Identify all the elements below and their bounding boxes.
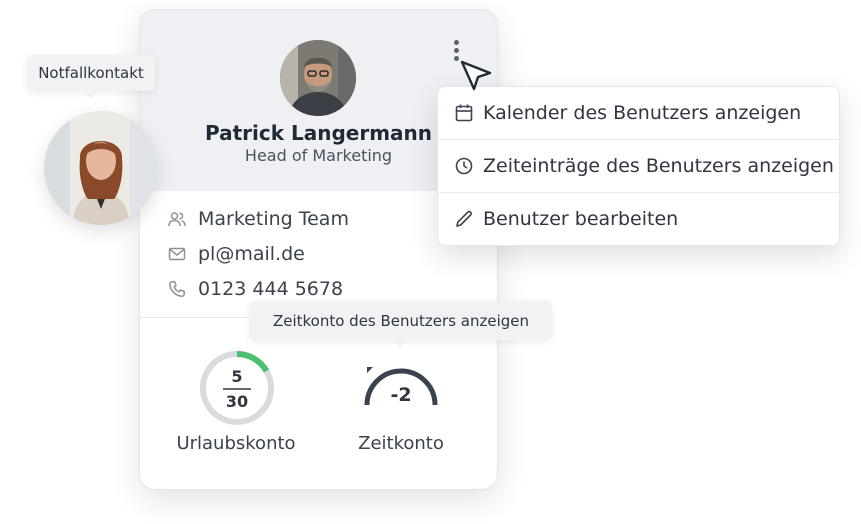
menu-item-edit-user[interactable]: Benutzer bearbeiten [438, 193, 839, 245]
zeitkonto-gauge[interactable]: -2 [361, 363, 441, 413]
avatar [280, 40, 356, 116]
email-row: pl@mail.de [166, 241, 305, 267]
emergency-contact-label: Notfallkontakt [38, 64, 144, 82]
team-name: Marketing Team [198, 208, 349, 230]
user-profile-card: Patrick Langermann Head of Marketing Mar… [139, 9, 498, 490]
mouse-cursor-icon [458, 58, 494, 94]
calendar-icon [453, 102, 475, 124]
pencil-icon [453, 208, 475, 230]
menu-item-label: Zeiteinträge des Benutzers anzeigen [483, 155, 834, 177]
menu-item-time-entries[interactable]: Zeiteinträge des Benutzers anzeigen [438, 140, 839, 192]
emergency-contact-tooltip: Notfallkontakt [27, 55, 155, 99]
urlaubskonto-total: 30 [225, 392, 249, 411]
phone-number[interactable]: 0123 444 5678 [198, 278, 343, 300]
zeitkonto-tooltip: Zeitkonto des Benutzers anzeigen [250, 301, 552, 348]
menu-item-label: Kalender des Benutzers anzeigen [483, 102, 802, 124]
email-address[interactable]: pl@mail.de [198, 243, 305, 265]
user-actions-menu: Kalender des Benutzers anzeigen Zeiteint… [437, 86, 840, 246]
users-icon [166, 208, 188, 230]
zeitkonto-label: Zeitkonto [358, 433, 444, 454]
team-row: Marketing Team [166, 206, 349, 232]
menu-item-label: Benutzer bearbeiten [483, 208, 679, 230]
menu-item-calendar[interactable]: Kalender des Benutzers anzeigen [438, 87, 839, 139]
phone-row: 0123 444 5678 [166, 276, 343, 302]
emergency-contact-avatar[interactable] [44, 111, 158, 225]
phone-icon [166, 278, 188, 300]
zeitkonto-value: -2 [390, 384, 412, 406]
urlaubskonto-used: 5 [231, 367, 243, 386]
mail-icon [166, 243, 188, 265]
zeitkonto-tooltip-label: Zeitkonto des Benutzers anzeigen [272, 311, 530, 330]
clock-icon [453, 155, 475, 177]
urlaubskonto-label: Urlaubskonto [176, 433, 296, 454]
urlaubskonto-gauge[interactable]: 5 30 [198, 349, 276, 427]
